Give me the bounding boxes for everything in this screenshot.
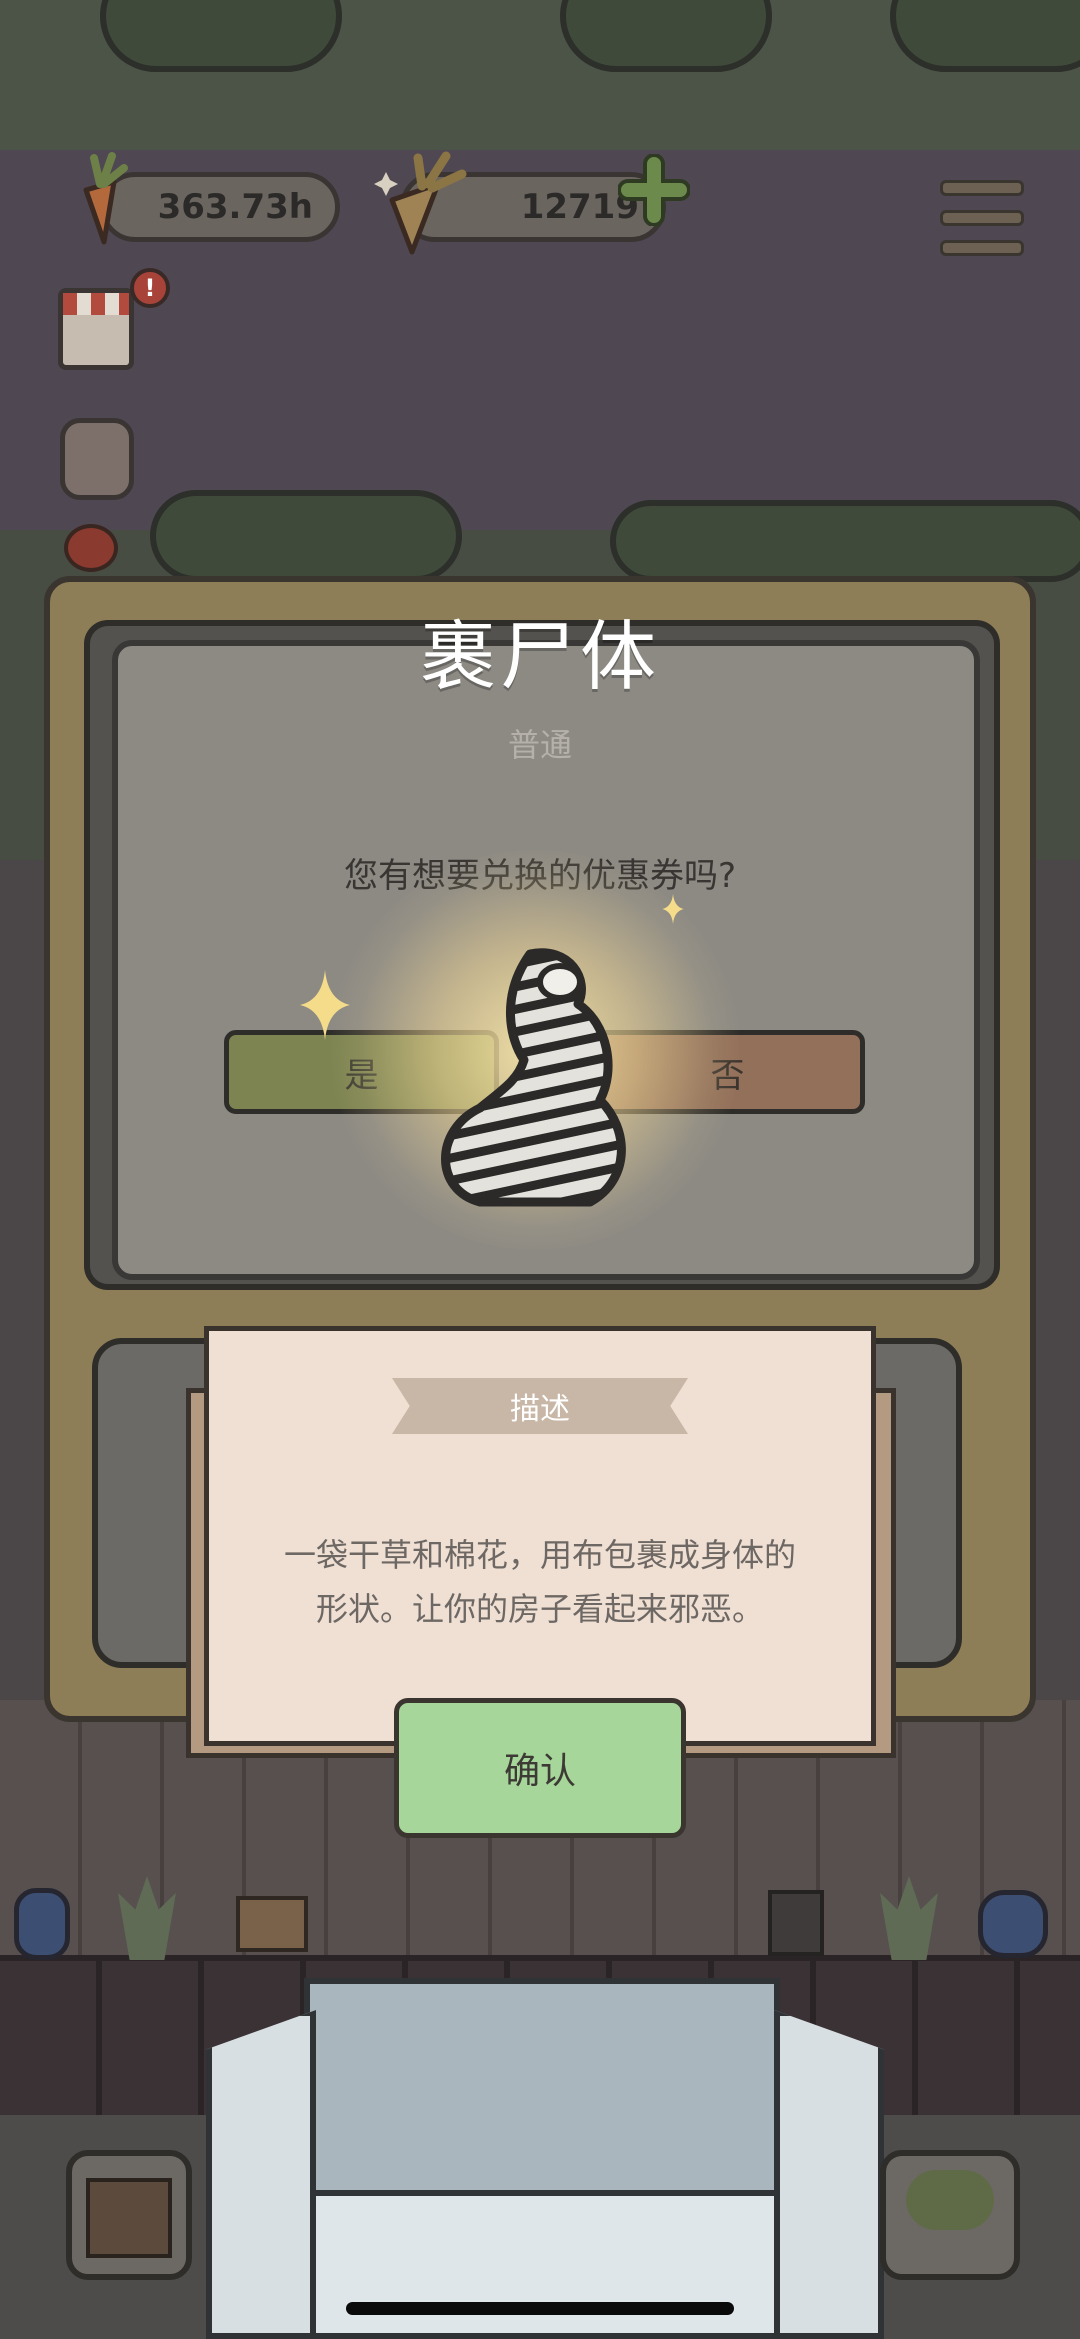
tree-house-icon[interactable]: [880, 2150, 1020, 2280]
wrapped-body-icon: [441, 948, 626, 1207]
radio-icon: [768, 1890, 824, 1956]
carrot-amount: 363.73h: [157, 187, 313, 227]
shop-building-icon[interactable]: [66, 2150, 192, 2280]
alert-text: !: [144, 274, 156, 302]
description-header: 描述: [392, 1378, 688, 1434]
bush: [890, 0, 1080, 72]
plus-icon[interactable]: [618, 154, 690, 226]
hedge: [150, 490, 462, 582]
shop-stall-icon[interactable]: [58, 288, 134, 370]
description-line: 形状。让你的房子看起来邪恶。: [315, 1590, 764, 1628]
gold-carrot-icon: [374, 151, 467, 255]
hedge: [610, 500, 1080, 582]
description-text: 一袋干草和棉花，用布包裹成身体的 形状。让你的房子看起来邪恶。: [260, 1528, 820, 1636]
vase-icon: [978, 1890, 1048, 1958]
vase-icon: [14, 1888, 70, 1960]
storage-box-front: [310, 2190, 780, 2339]
sparkle-icon: [662, 894, 684, 924]
apple-icon[interactable]: [64, 524, 118, 572]
carrot-counter: 363.73h: [100, 172, 340, 242]
item-rarity: 普通: [507, 726, 572, 764]
confirm-button[interactable]: 确认: [394, 1698, 686, 1838]
sparkle-icon: [300, 970, 350, 1040]
hamburger-menu-icon[interactable]: [940, 180, 1024, 256]
confirm-label: 确认: [503, 1751, 576, 1792]
planter-box-icon: [236, 1896, 308, 1952]
home-indicator[interactable]: [346, 2302, 734, 2315]
box-flap-left: [206, 2010, 316, 2339]
carrot-icon: [83, 152, 128, 245]
bunny-pot-icon[interactable]: [60, 418, 134, 500]
bush: [100, 0, 342, 72]
alert-badge: !: [130, 268, 170, 308]
box-flap-right: [774, 2010, 884, 2339]
description-line: 一袋干草和棉花，用布包裹成身体的: [283, 1536, 796, 1574]
item-title: 裹尸体: [420, 612, 660, 701]
bush: [560, 0, 772, 72]
